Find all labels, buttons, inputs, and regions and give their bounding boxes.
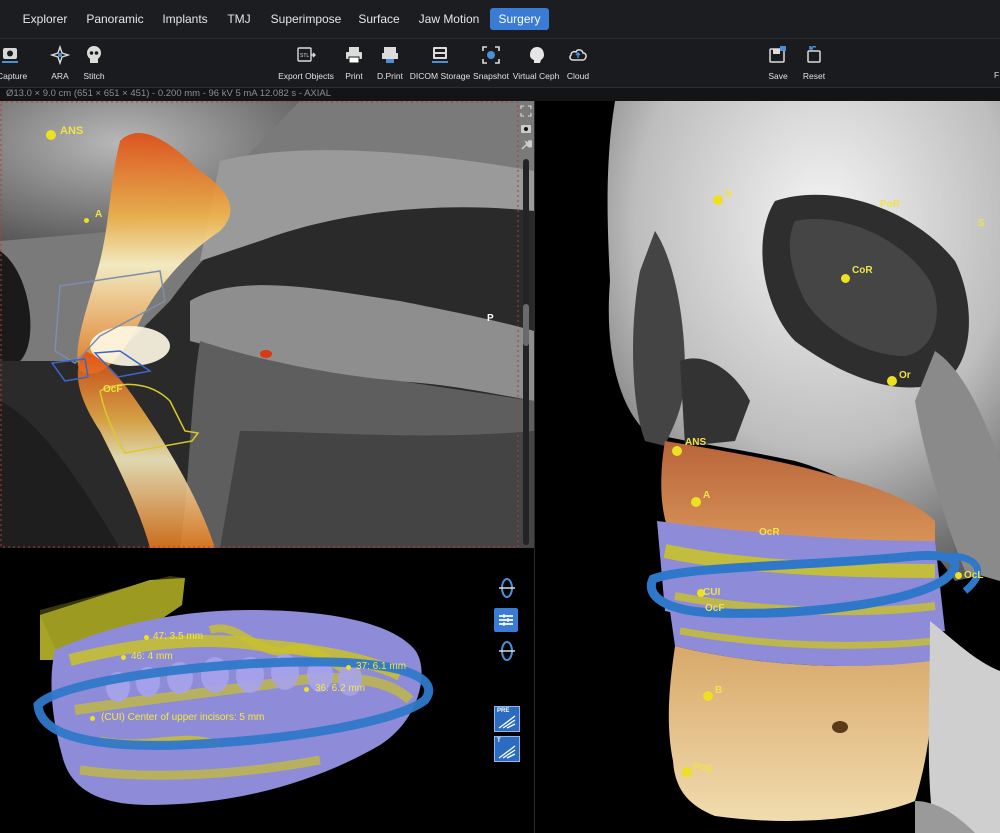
top-menu-bar: Explorer Panoramic Implants TMJ Superimp…: [0, 0, 1000, 39]
scan-info-text: Ø13.0 × 9.0 cm (651 × 651 × 451) - 0.200…: [6, 88, 332, 99]
dprint-button[interactable]: D.Print: [377, 43, 403, 83]
skull-3d-view[interactable]: N PoR S CoR Or ANS A OcR CUI OcF OcL B P…: [535, 101, 1000, 833]
t-button-label: T: [497, 738, 501, 744]
capture-icon: [2, 48, 18, 63]
dental-model-image: [33, 576, 434, 805]
export-objects-icon: STL: [297, 47, 316, 62]
skull-landmark-ans-label: ANS: [685, 437, 707, 448]
scan-info-bar: Ø13.0 × 9.0 cm (651 × 651 × 451) - 0.200…: [0, 88, 1000, 101]
snapshot-icon: [482, 46, 500, 64]
landmark-ocf-label: OcF: [103, 384, 123, 395]
tab-surface[interactable]: Surface: [352, 8, 406, 30]
tab-implants[interactable]: Implants: [155, 8, 215, 30]
measure-cui-dot: [90, 716, 95, 721]
dprint-icon: [382, 47, 398, 63]
cloud-button[interactable]: Cloud: [566, 43, 590, 83]
skull-landmark-ocf-label: OcF: [705, 603, 725, 614]
skull-landmark-or-label: Or: [899, 370, 911, 381]
capture-label: el Capture: [0, 71, 28, 81]
tab-superimpose[interactable]: Superimpose: [264, 8, 348, 30]
slice-scrollbar[interactable]: [523, 159, 529, 545]
save-icon: [769, 46, 786, 63]
skull-landmark-cui-label: CUI: [703, 587, 721, 598]
tab-panoramic[interactable]: Panoramic: [80, 8, 150, 30]
layers-button[interactable]: [494, 608, 518, 632]
measure-46-label: 46: 4 mm: [131, 651, 173, 662]
skull-landmark-b-dot[interactable]: [703, 691, 713, 701]
slice-scrollbar-thumb[interactable]: [523, 304, 529, 346]
landmark-ans-label: ANS: [60, 125, 84, 137]
stitch-icon: [87, 46, 101, 63]
rotate-horizontal-icon[interactable]: [497, 640, 517, 662]
landmark-a-label: A: [95, 209, 103, 220]
skull-landmark-ocl-dot[interactable]: [955, 572, 962, 579]
camera-icon[interactable]: [520, 122, 532, 134]
toolbar-edge-label: F: [994, 70, 1000, 80]
measure-36-dot: [304, 687, 309, 692]
wrench-icon[interactable]: [520, 139, 532, 151]
measure-37-dot: [346, 665, 351, 670]
landmark-ans-dot[interactable]: [46, 130, 56, 140]
tab-explorer[interactable]: Explorer: [14, 8, 76, 30]
skull-landmark-ans-dot[interactable]: [672, 446, 682, 456]
reset-icon: [807, 45, 821, 63]
skull-landmark-cor-dot[interactable]: [841, 274, 850, 283]
cloud-label: Cloud: [566, 71, 590, 81]
virtual-ceph-icon: [530, 47, 544, 63]
skull-landmark-a-dot[interactable]: [691, 497, 701, 507]
measure-36-label: 36: 6.2 mm: [315, 683, 366, 694]
model-3d-view[interactable]: 47: 3.5 mm 46: 4 mm 37: 6.1 mm 36: 6.2 m…: [0, 550, 534, 833]
skull-landmark-a-label: A: [703, 490, 711, 501]
reset-button[interactable]: Reset: [802, 43, 826, 83]
reset-label: Reset: [802, 71, 826, 81]
dicom-storage-button[interactable]: DICOM Storage: [410, 43, 470, 83]
snapshot-button[interactable]: Snapshot: [473, 43, 509, 83]
expand-icon[interactable]: [520, 105, 532, 117]
measure-47-label: 47: 3.5 mm: [153, 631, 204, 642]
print-icon: [346, 47, 362, 64]
skull-landmark-ocr-label: OcR: [759, 527, 780, 538]
measure-cui-label: (CUI) Center of upper incisors: 5 mm: [101, 712, 265, 723]
skull-landmark-por-label: PoR: [880, 199, 900, 210]
skull-landmark-cor-label: CoR: [852, 265, 873, 276]
t-button[interactable]: T: [494, 736, 520, 762]
skull-landmark-b-label: B: [715, 685, 723, 696]
orientation-marker: P: [487, 313, 494, 324]
skull-landmark-pog-dot[interactable]: [682, 767, 692, 777]
virtual-ceph-button[interactable]: Virtual Ceph: [513, 43, 559, 83]
t-model-icon: [498, 745, 516, 759]
skull-render-image: [607, 101, 1000, 833]
pre-button-label: PRE: [497, 708, 510, 714]
toolbar: el Capture ARA Stitch STL Export Objects…: [0, 39, 1000, 88]
tab-tmj[interactable]: TMJ: [220, 8, 258, 30]
dicom-storage-icon: [432, 47, 448, 63]
measure-47-dot: [144, 635, 149, 640]
stitch-button[interactable]: Stitch: [82, 43, 106, 83]
skull-landmark-n-label: N: [725, 189, 733, 200]
svg-text:STL: STL: [300, 53, 309, 59]
slice-view[interactable]: ANS A OcF P: [0, 101, 534, 548]
tab-jaw-motion[interactable]: Jaw Motion: [413, 8, 485, 30]
export-objects-button[interactable]: STL Export Objects: [278, 43, 334, 83]
ara-icon: [50, 45, 70, 65]
skull-landmark-or-dot[interactable]: [887, 376, 897, 386]
skull-landmark-ocl-label: OcL: [964, 570, 984, 581]
tab-surgery[interactable]: Surgery: [490, 8, 549, 30]
landmark-a-dot[interactable]: [84, 218, 89, 223]
skull-landmark-pog-label: Pog: [693, 762, 712, 773]
stitch-label: Stitch: [83, 71, 105, 81]
measure-37-label: 37: 6.1 mm: [356, 661, 407, 672]
cloud-icon: [569, 49, 587, 61]
measure-46-dot: [121, 655, 126, 660]
skull-landmark-s-label: S: [978, 218, 985, 229]
pre-button[interactable]: PRE: [494, 706, 520, 732]
rotate-vertical-icon[interactable]: [497, 577, 517, 599]
layers-icon: [499, 614, 513, 626]
pre-model-icon: [498, 715, 516, 729]
ct-slice-image: [0, 101, 534, 548]
skull-landmark-n-dot[interactable]: [713, 195, 723, 205]
